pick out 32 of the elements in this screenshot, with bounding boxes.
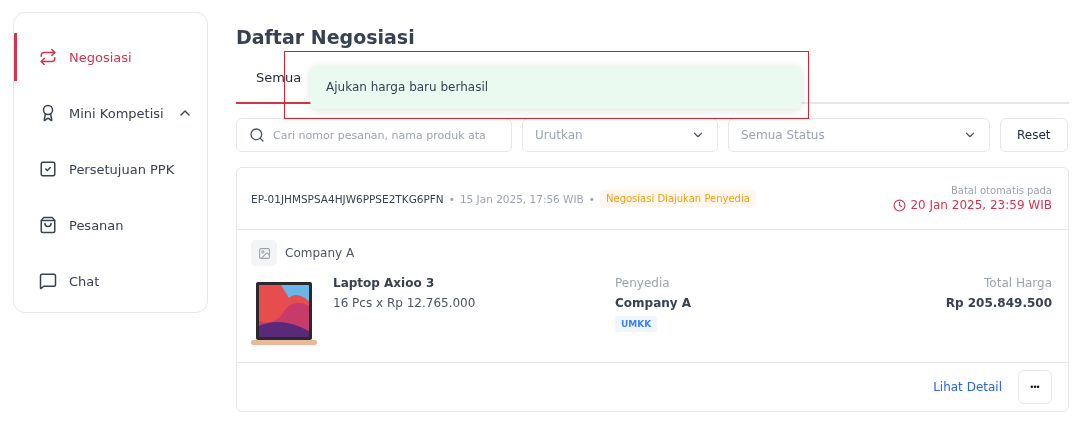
supplier-name: Company A (615, 296, 692, 310)
page-title: Daftar Negosiasi (236, 26, 416, 48)
separator-dot: • (448, 192, 455, 205)
sidebar-item[interactable]: Chat (14, 257, 207, 305)
status-badge: Negosiasi Diajukan Penyedia (600, 190, 756, 207)
search-icon (249, 127, 265, 143)
checkbox-icon (39, 160, 57, 178)
order-date: 15 Jan 2025, 17:56 WIB (459, 192, 584, 205)
product-quantity: 16 Pcs x Rp 12.765.000 (333, 296, 476, 310)
deadline-label: Batal otomatis pada (950, 185, 1052, 196)
product-name: Laptop Axioo 3 (333, 276, 435, 290)
clock-icon (893, 198, 907, 212)
total-price: Rp 205.849.500 (945, 296, 1052, 310)
company-name: Company A (285, 246, 355, 260)
detail-link[interactable]: Lihat Detail (933, 380, 1002, 394)
separator-dot: • (588, 192, 595, 205)
reset-button[interactable]: Reset (1000, 118, 1068, 152)
toast: Ajukan harga baru berhasil (310, 65, 802, 109)
deadline-time: 20 Jan 2025, 23:59 WIB (893, 198, 1052, 212)
sidebar-item[interactable]: Mini Kompetisi (14, 89, 207, 137)
bag-icon (39, 216, 57, 234)
supplier-tag: UMKK (615, 316, 658, 332)
supplier-label: Penyedia (615, 276, 670, 290)
more-button[interactable]: ••• (1018, 370, 1052, 404)
sidebar-item[interactable]: Pesanan (14, 201, 207, 249)
company-logo-placeholder (251, 240, 277, 266)
total-label: Total Harga (984, 276, 1052, 290)
sidebar-item[interactable]: Negosiasi (14, 33, 207, 81)
chat-icon (39, 272, 57, 290)
sidebar-item[interactable]: Persetujuan PPK (14, 145, 207, 193)
order-number: EP-01JHMSPSA4HJW6PPSE2TKG6PFN (251, 192, 444, 205)
arrows-swap-icon (39, 48, 57, 66)
